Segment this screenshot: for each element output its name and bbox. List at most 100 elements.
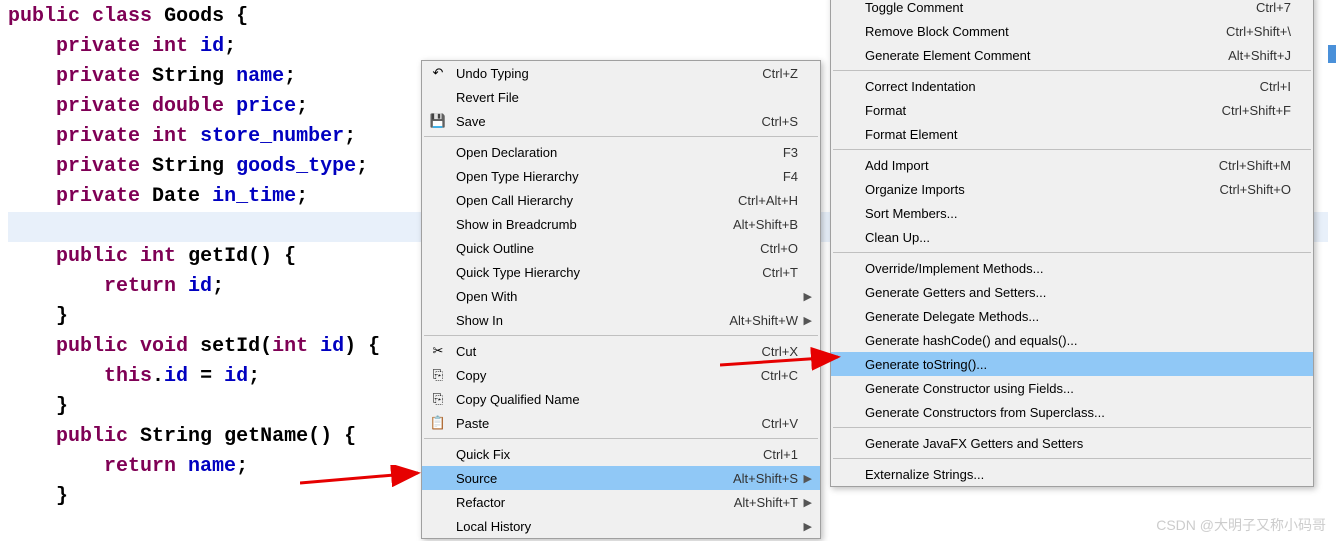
menu-item-label: Quick Fix [450,447,739,462]
menu-item-label: Save [450,114,738,129]
menu-separator [424,136,818,137]
menu-item-label: Show In [450,313,705,328]
context-menu-item[interactable]: Open Call HierarchyCtrl+Alt+H [422,188,820,212]
source-submenu-item[interactable]: Add ImportCtrl+Shift+M [831,153,1313,177]
context-menu-item[interactable]: SourceAlt+Shift+S▶ [422,466,820,490]
source-submenu-item[interactable]: Clean Up... [831,225,1313,249]
submenu-indicator-icon: ▶ [798,314,812,327]
context-menu-item[interactable]: Local History ▶ [422,514,820,538]
context-menu-item[interactable]: Show in BreadcrumbAlt+Shift+B [422,212,820,236]
menu-item-label: Generate Constructors from Superclass... [859,405,1267,420]
menu-item-label: Clean Up... [859,230,1267,245]
context-menu-item[interactable]: Open With▶ [422,284,820,308]
menu-item-label: Paste [450,416,738,431]
context-menu-item[interactable]: Open DeclarationF3 [422,140,820,164]
menu-separator [424,335,818,336]
menu-item-shortcut: F4 [759,169,798,184]
menu-separator [833,427,1311,428]
menu-item-shortcut: Ctrl+7 [1232,0,1291,15]
menu-item-label: Local History [450,519,774,534]
source-submenu-item[interactable]: Generate JavaFX Getters and Setters [831,431,1313,455]
context-menu-item[interactable]: Show InAlt+Shift+W▶ [422,308,820,332]
context-menu-item[interactable]: RefactorAlt+Shift+T▶ [422,490,820,514]
source-submenu-item[interactable]: Generate Getters and Setters... [831,280,1313,304]
context-menu-item[interactable]: Quick Type HierarchyCtrl+T [422,260,820,284]
menu-item-shortcut: Ctrl+O [736,241,798,256]
menu-item-icon: ✂ [426,343,450,359]
menu-item-label: Correct Indentation [859,79,1236,94]
source-submenu-item[interactable]: Generate Constructors from Superclass... [831,400,1313,424]
source-submenu-item[interactable]: Generate toString()... [831,352,1313,376]
source-submenu-item[interactable]: Correct IndentationCtrl+I [831,74,1313,98]
context-menu-item[interactable]: 📋PasteCtrl+V [422,411,820,435]
source-submenu-item[interactable]: Generate Delegate Methods... [831,304,1313,328]
menu-item-label: Source [450,471,709,486]
source-submenu: Toggle CommentCtrl+7Remove Block Comment… [830,0,1314,487]
source-submenu-item[interactable]: Format Element [831,122,1313,146]
context-menu: ↶Undo TypingCtrl+ZRevert File💾SaveCtrl+S… [421,60,821,539]
menu-separator [833,458,1311,459]
menu-separator [833,252,1311,253]
submenu-indicator-icon: ▶ [798,496,812,509]
menu-item-label: Open With [450,289,774,304]
menu-item-icon: 💾 [426,113,450,129]
menu-item-icon: 📋 [426,415,450,431]
context-menu-item[interactable]: Revert File [422,85,820,109]
context-menu-item[interactable]: 💾SaveCtrl+S [422,109,820,133]
source-submenu-item[interactable]: Generate Element CommentAlt+Shift+J [831,43,1313,67]
menu-item-label: Generate toString()... [859,357,1267,372]
source-submenu-item[interactable]: Generate hashCode() and equals()... [831,328,1313,352]
menu-item-shortcut: Alt+Shift+W [705,313,798,328]
menu-item-shortcut: Ctrl+Shift+M [1195,158,1291,173]
menu-item-label: Generate Constructor using Fields... [859,381,1267,396]
menu-item-label: Open Declaration [450,145,759,160]
menu-item-shortcut: Ctrl+V [738,416,798,431]
submenu-indicator-icon: ▶ [798,472,812,485]
menu-item-shortcut: Alt+Shift+J [1204,48,1291,63]
menu-item-label: Format Element [859,127,1267,142]
source-submenu-item[interactable]: Externalize Strings... [831,462,1313,486]
menu-item-icon: ↶ [426,65,450,81]
menu-item-label: Open Call Hierarchy [450,193,714,208]
menu-item-shortcut: F3 [759,145,798,160]
menu-item-shortcut: Ctrl+Alt+H [714,193,798,208]
menu-separator [833,70,1311,71]
context-menu-item[interactable]: Quick OutlineCtrl+O [422,236,820,260]
menu-item-label: Generate hashCode() and equals()... [859,333,1267,348]
menu-item-label: Generate Getters and Setters... [859,285,1267,300]
context-menu-item[interactable]: ✂CutCtrl+X [422,339,820,363]
menu-item-shortcut: Ctrl+S [738,114,798,129]
source-submenu-item[interactable]: Sort Members... [831,201,1313,225]
context-menu-item[interactable]: ⎘CopyCtrl+C [422,363,820,387]
menu-item-shortcut: Ctrl+X [738,344,798,359]
menu-item-label: Open Type Hierarchy [450,169,759,184]
decorative-strip [1328,45,1336,63]
menu-item-label: Quick Outline [450,241,736,256]
context-menu-item[interactable]: Open Type HierarchyF4 [422,164,820,188]
menu-item-shortcut: Ctrl+Shift+\ [1202,24,1291,39]
submenu-indicator-icon: ▶ [798,520,812,533]
source-submenu-item[interactable]: Organize ImportsCtrl+Shift+O [831,177,1313,201]
menu-item-shortcut: Alt+Shift+T [710,495,798,510]
menu-item-label: Revert File [450,90,774,105]
source-submenu-item[interactable]: Generate Constructor using Fields... [831,376,1313,400]
menu-item-label: Refactor [450,495,710,510]
menu-item-shortcut: Ctrl+1 [739,447,798,462]
menu-item-shortcut: Ctrl+C [737,368,798,383]
source-submenu-item[interactable]: FormatCtrl+Shift+F [831,98,1313,122]
context-menu-item[interactable]: Quick FixCtrl+1 [422,442,820,466]
menu-item-label: Format [859,103,1198,118]
context-menu-item[interactable]: ⎘Copy Qualified Name [422,387,820,411]
source-submenu-item[interactable]: Toggle CommentCtrl+7 [831,0,1313,19]
source-submenu-item[interactable]: Override/Implement Methods... [831,256,1313,280]
menu-item-label: Cut [450,344,738,359]
menu-item-shortcut: Alt+Shift+B [709,217,798,232]
menu-item-label: Sort Members... [859,206,1267,221]
context-menu-item[interactable]: ↶Undo TypingCtrl+Z [422,61,820,85]
menu-item-label: Add Import [859,158,1195,173]
menu-item-label: Organize Imports [859,182,1195,197]
menu-item-label: Show in Breadcrumb [450,217,709,232]
source-submenu-item[interactable]: Remove Block CommentCtrl+Shift+\ [831,19,1313,43]
menu-item-icon: ⎘ [426,367,450,383]
menu-item-label: Copy Qualified Name [450,392,774,407]
